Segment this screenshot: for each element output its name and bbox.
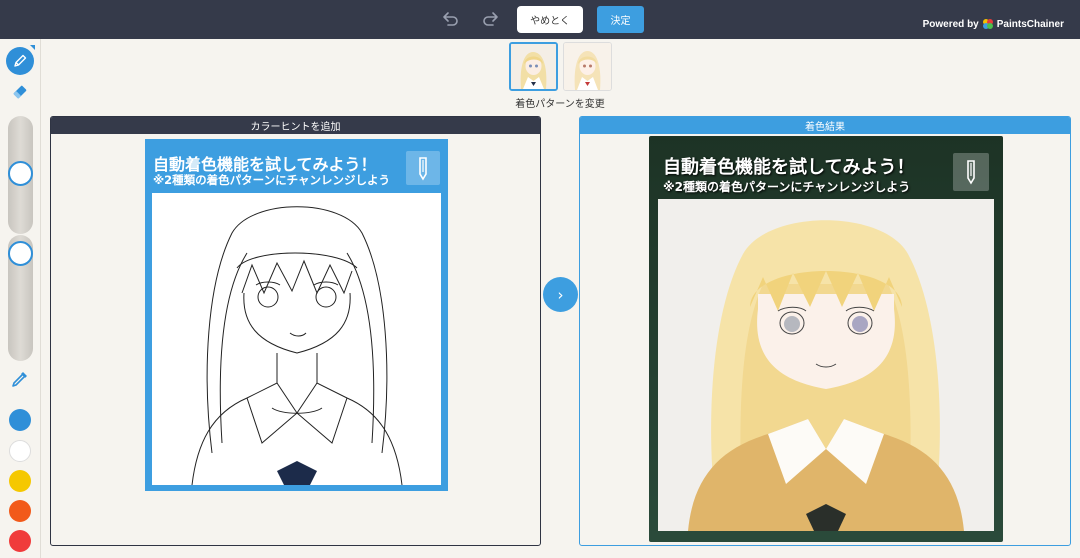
pencil-icon	[14, 54, 27, 67]
hint-panel-title: カラーヒントを追加	[51, 117, 540, 134]
powered-by: Powered by PaintsChainer	[923, 18, 1064, 30]
color-swatch-orange[interactable]	[9, 500, 31, 522]
redo-icon[interactable]	[481, 9, 501, 29]
color-swatch-yellow[interactable]	[9, 470, 31, 492]
chevron-right-icon: ›	[557, 285, 564, 304]
colored-banner-title: 自動着色機能を試してみよう！	[663, 157, 915, 178]
pattern-thumbnail-1[interactable]	[509, 42, 558, 91]
pencil-tool-button[interactable]	[6, 47, 34, 75]
lineart-illustration	[191, 206, 403, 485]
colored-pencil-badge	[953, 153, 989, 191]
colorized-result-image	[658, 199, 994, 531]
pencil-icon	[967, 160, 975, 185]
color-swatch-red[interactable]	[9, 530, 31, 552]
colored-frame: 自動着色機能を試してみよう！ ※2種類の着色パターンにチャンレンジしよう	[649, 136, 1003, 542]
cancel-button[interactable]: やめとく	[517, 6, 583, 33]
confirm-button[interactable]: 決定	[597, 6, 644, 33]
eraser-icon[interactable]	[11, 83, 29, 101]
colorized-illustration	[658, 199, 994, 531]
pencil-icon	[419, 157, 427, 181]
tool-options-indicator	[30, 45, 35, 50]
paintschainer-logo-icon	[982, 19, 993, 29]
result-panel-title: 着色結果	[580, 117, 1070, 134]
colored-banner-subtitle: ※2種類の着色パターンにチャンレンジしよう	[663, 180, 911, 194]
pattern-thumbnail-2[interactable]	[563, 42, 612, 91]
color-swatch-blue[interactable]	[9, 409, 31, 431]
color-swatch-white[interactable]	[9, 440, 31, 462]
brand-name[interactable]: PaintsChainer	[997, 19, 1064, 30]
tool-sidebar	[0, 39, 41, 558]
top-bar: やめとく 決定 Powered by PaintsChainer	[0, 0, 1080, 39]
hint-panel: カラーヒントを追加 自動着色機能を試してみよう！ ※2種類の着色パターンにチャン…	[50, 116, 541, 546]
lineart-frame: 自動着色機能を試してみよう！ ※2種類の着色パターンにチャンレンジしよう	[145, 139, 448, 491]
lineart-banner-subtitle: ※2種類の着色パターンにチャンレンジしよう	[153, 173, 390, 187]
opacity-handle[interactable]	[8, 241, 33, 266]
colorize-arrow-button[interactable]: ›	[543, 277, 578, 312]
eyedropper-icon[interactable]	[10, 369, 30, 389]
undo-icon[interactable]	[440, 9, 460, 29]
brush-size-handle[interactable]	[8, 161, 33, 186]
pattern-change-label: 着色パターンを変更	[515, 99, 605, 110]
lineart-pencil-badge	[406, 151, 440, 185]
hint-drawing-canvas[interactable]	[152, 193, 441, 485]
result-panel: 着色結果 自動着色機能を試してみよう！ ※2種類の着色パターンにチャンレンジしよ…	[579, 116, 1071, 546]
powered-by-label: Powered by	[922, 18, 979, 30]
